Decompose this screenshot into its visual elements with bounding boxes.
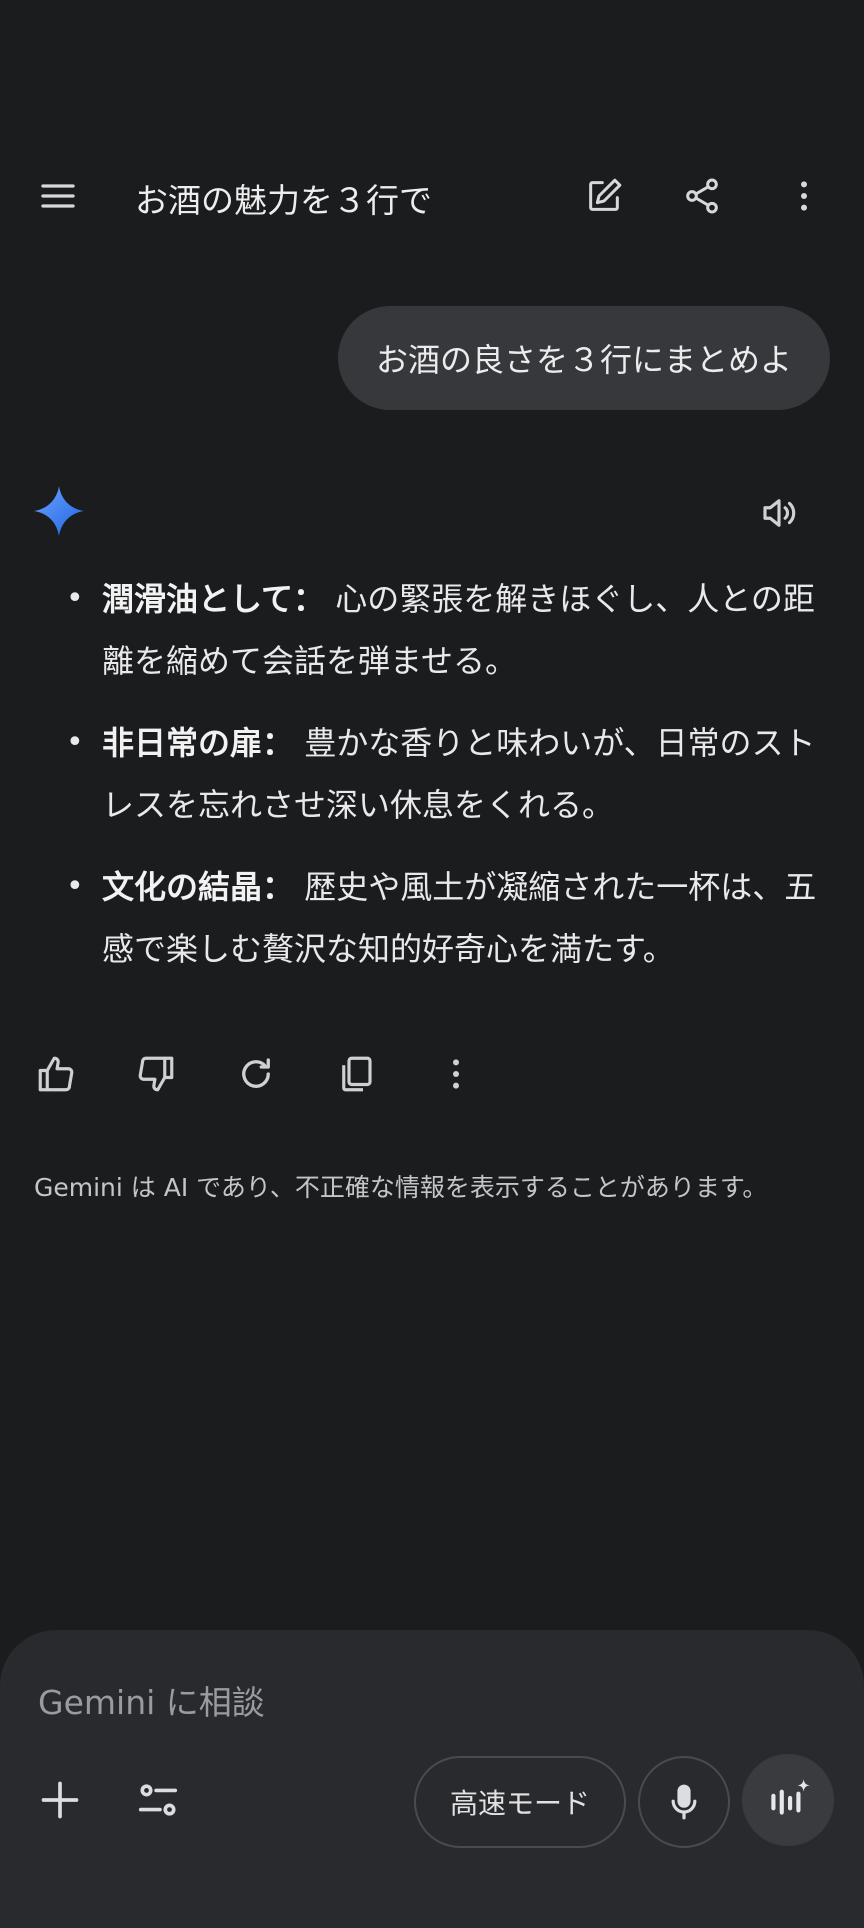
thumbs-down-icon (138, 1056, 174, 1092)
microphone-button[interactable] (638, 1756, 730, 1848)
input-composer: Gemini に相談 高速モード (0, 1630, 864, 1928)
list-item: • 非日常の扉： 豊かな香りと味わいが、日常のストレスを忘れさせ深い休息をくれる。 (60, 712, 820, 836)
plus-icon (41, 1781, 79, 1819)
mode-selector-button[interactable]: 高速モード (414, 1756, 626, 1848)
list-item: • 潤滑油として： 心の緊張を解きほぐし、人との距離を縮めて会話を弾ませる。 (60, 568, 820, 692)
tools-button[interactable] (128, 1770, 188, 1830)
regenerate-button[interactable] (226, 1044, 286, 1104)
new-chat-button[interactable] (568, 160, 640, 232)
read-aloud-button[interactable] (752, 486, 806, 540)
item-heading: 非日常の扉： (102, 724, 295, 762)
gemini-chat-screen: お酒の魅力を３行で お酒の良さを３行にまとめよ • 潤滑油として： 心の緊張を解… (0, 0, 864, 1928)
copy-icon (342, 1056, 372, 1092)
item-heading: 文化の結晶： (102, 868, 295, 906)
speaker-icon (763, 499, 796, 527)
mode-label: 高速モード (449, 1787, 590, 1820)
refresh-icon (242, 1058, 270, 1088)
more-vert-icon (453, 1059, 459, 1089)
item-heading: 潤滑油として： (102, 580, 326, 618)
add-attachment-button[interactable] (30, 1770, 90, 1830)
bullet-marker: • (66, 869, 84, 904)
conversation-title: お酒の魅力を３行で (135, 181, 432, 220)
gemini-sparkle-icon (34, 486, 84, 536)
menu-icon (41, 184, 75, 208)
good-response-button[interactable] (26, 1044, 86, 1104)
menu-button[interactable] (22, 160, 94, 232)
bullet-marker: • (66, 581, 84, 616)
thumbs-up-icon (38, 1056, 74, 1092)
user-message-bubble[interactable]: お酒の良さを３行にまとめよ (337, 306, 830, 410)
edit-icon (589, 178, 622, 211)
prompt-input[interactable]: Gemini に相談 (38, 1676, 265, 1724)
mic-icon (671, 1784, 697, 1820)
tools-icon (138, 1784, 178, 1816)
ai-disclaimer: Gemini は AI であり、不正確な情報を表示することがあります。 (34, 1173, 768, 1202)
live-icon (771, 1779, 810, 1815)
share-button[interactable] (666, 160, 738, 232)
user-message-text: お酒の良さを３行にまとめよ (375, 341, 792, 379)
more-options-button[interactable] (768, 160, 840, 232)
response-more-button[interactable] (426, 1044, 486, 1104)
response-list: • 潤滑油として： 心の緊張を解きほぐし、人との距離を縮めて会話を弾ませる。 • 非… (60, 568, 820, 1000)
copy-button[interactable] (326, 1044, 386, 1104)
bullet-marker: • (66, 725, 84, 760)
bad-response-button[interactable] (126, 1044, 186, 1104)
more-vert-icon (801, 181, 807, 211)
top-app-bar: お酒の魅力を３行で (0, 160, 864, 232)
list-item: • 文化の結晶： 歴史や風土が凝縮された一杯は、五感で楽しむ贅沢な知的好奇心を満た… (60, 856, 820, 980)
live-conversation-button[interactable] (742, 1754, 834, 1846)
share-icon (686, 178, 718, 214)
